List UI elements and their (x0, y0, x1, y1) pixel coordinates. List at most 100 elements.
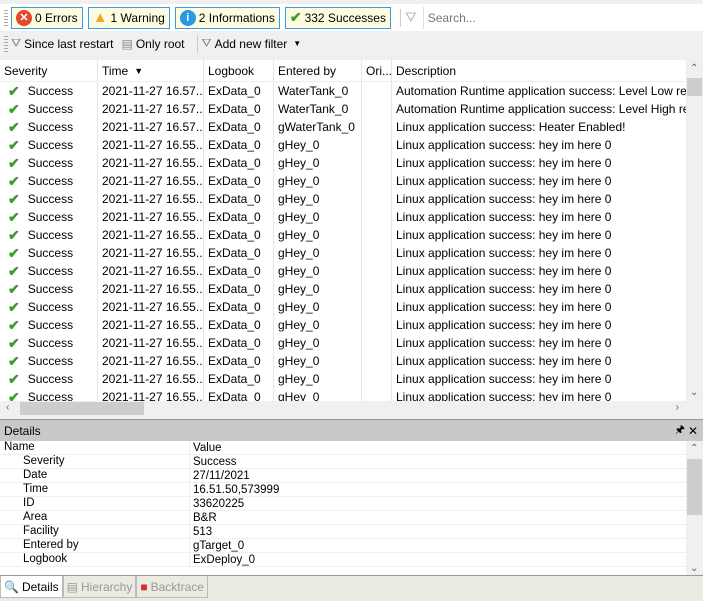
add-new-filter-button[interactable]: ⛛ Add new filter ▼ (202, 36, 302, 51)
table-row[interactable]: ✔ Success 2021-11-27 16.55.... ExData_0 g… (0, 352, 703, 370)
since-last-restart-button[interactable]: ⛛ Since last restart (11, 36, 113, 51)
cell-entered-by: gHey_0 (274, 190, 362, 208)
scroll-up-icon[interactable]: ⌃ (690, 443, 698, 454)
table-row[interactable]: ✔ Success 2021-11-27 16.55.... ExData_0 g… (0, 316, 703, 334)
search-input[interactable] (422, 6, 703, 29)
cell-entered-by: gHey_0 (274, 262, 362, 280)
cell-description: Linux application success: hey im here 0 (396, 246, 612, 260)
cell-severity: ✔ Success (0, 190, 98, 208)
property-name: Entered by (0, 539, 190, 552)
table-row[interactable]: ✔ Success 2021-11-27 16.55.... ExData_0 g… (0, 172, 703, 190)
table-row[interactable]: ✔ Success 2021-11-27 16.55.... ExData_0 g… (0, 154, 703, 172)
cell-entered-by: gWaterTank_0 (274, 118, 362, 136)
table-row[interactable]: ✔ Success 2021-11-27 16.55.... ExData_0 g… (0, 244, 703, 262)
cell-severity: ✔ Success (0, 388, 98, 401)
tab-details[interactable]: 🔍 Details (0, 576, 63, 598)
table-row[interactable]: ✔ Success 2021-11-27 16.57.... ExData_0 W… (0, 82, 703, 100)
horizontal-scrollbar[interactable]: ‹ › (0, 401, 703, 416)
details-panel-header: Details 🖈 ✕ (0, 419, 703, 441)
property-name: Time (0, 483, 190, 496)
cell-time: 2021-11-27 16.55.... (98, 208, 204, 226)
cell-description: Linux application success: hey im here 0 (396, 318, 612, 332)
filter-informations-button[interactable]: i2 Informations (174, 6, 280, 29)
only-root-button[interactable]: ▤ Only root (121, 37, 184, 51)
log-table: Severity Time ▼ Logbook Entered by Ori...… (0, 60, 703, 401)
pin-icon[interactable]: 🖈 (675, 421, 685, 440)
separator (196, 34, 198, 53)
filter-warnings-button[interactable]: ▲ 1 Warning (87, 6, 170, 29)
cell-severity: ✔ Success (0, 298, 98, 316)
scroll-down-icon[interactable]: ⌄ (690, 563, 698, 574)
filter-errors-button[interactable]: ✕ 0 Errors (11, 6, 83, 29)
table-row[interactable]: ✔ Success 2021-11-27 16.55.... ExData_0 g… (0, 370, 703, 388)
clear-filter-icon[interactable]: ⛛ (405, 9, 417, 26)
tab-backtrace[interactable]: ■ Backtrace (136, 576, 208, 598)
cell-logbook: ExData_0 (204, 298, 274, 316)
column-severity[interactable]: Severity (0, 60, 98, 81)
table-row[interactable]: ✔ Success 2021-11-27 16.55.... ExData_0 g… (0, 334, 703, 352)
column-entered-by[interactable]: Entered by (274, 60, 362, 81)
close-icon[interactable]: ✕ (688, 424, 698, 438)
table-row[interactable]: ✔ Success 2021-11-27 16.55.... ExData_0 g… (0, 280, 703, 298)
cell-origin (362, 208, 392, 226)
column-time[interactable]: Time ▼ (98, 60, 204, 81)
cell-description: Automation Runtime application success: … (396, 102, 686, 116)
scroll-left-icon[interactable]: ‹ (6, 402, 9, 413)
cell-time: 2021-11-27 16.55.... (98, 226, 204, 244)
table-row[interactable]: ✔ Success 2021-11-27 16.55.... ExData_0 g… (0, 208, 703, 226)
scroll-up-icon[interactable]: ⌃ (690, 63, 698, 74)
property-row[interactable]: Entered by gTarget_0 (0, 539, 703, 553)
cell-time: 2021-11-27 16.55.... (98, 370, 204, 388)
property-row[interactable]: Logbook ExDeploy_0 (0, 553, 703, 567)
scroll-thumb[interactable] (20, 402, 144, 415)
property-row[interactable]: Facility 513 (0, 525, 703, 539)
toolbar-grip[interactable] (4, 35, 8, 52)
cell-entered-by: gHey_0 (274, 136, 362, 154)
filter-toolbar: ⛛ Since last restart ▤ Only root ⛛ Add new … (0, 31, 703, 56)
table-row[interactable]: ✔ Success 2021-11-27 16.55.... ExData_0 g… (0, 298, 703, 316)
column-description[interactable]: Description (392, 60, 686, 81)
table-row[interactable]: ✔ Success 2021-11-27 16.55.... ExData_0 g… (0, 136, 703, 154)
scroll-down-icon[interactable]: ⌄ (690, 387, 698, 398)
cell-severity: ✔ Success (0, 226, 98, 244)
success-icon: ✔ (8, 118, 20, 135)
column-logbook[interactable]: Logbook (204, 60, 274, 81)
table-row[interactable]: ✔ Success 2021-11-27 16.57.... ExData_0 g… (0, 118, 703, 136)
funnel-add-icon: ⛛ (201, 36, 212, 50)
property-row[interactable]: Date 27/11/2021 (0, 469, 703, 483)
scroll-thumb[interactable] (687, 78, 702, 96)
property-row[interactable]: Area B&R (0, 511, 703, 525)
table-row[interactable]: ✔ Success 2021-11-27 16.55.... ExData_0 g… (0, 388, 703, 401)
table-row[interactable]: ✔ Success 2021-11-27 16.55.... ExData_0 g… (0, 190, 703, 208)
details-scrollbar[interactable]: ⌃ ⌄ (686, 441, 703, 575)
property-row[interactable]: Severity Success (0, 455, 703, 469)
cell-description: Linux application success: hey im here 0 (396, 228, 612, 242)
cell-logbook: ExData_0 (204, 334, 274, 352)
cell-severity: ✔ Success (0, 316, 98, 334)
scroll-thumb[interactable] (687, 459, 702, 515)
toolbar-grip[interactable] (4, 9, 8, 26)
table-row[interactable]: ✔ Success 2021-11-27 16.55.... ExData_0 g… (0, 226, 703, 244)
success-icon: ✔ (8, 244, 20, 261)
column-origin[interactable]: Ori... (362, 60, 392, 81)
table-row[interactable]: ✔ Success 2021-11-27 16.55.... ExData_0 g… (0, 262, 703, 280)
property-row[interactable]: Time 16.51.50,573999 (0, 483, 703, 497)
scroll-right-icon[interactable]: › (676, 402, 679, 413)
property-row[interactable]: ID 33620225 (0, 497, 703, 511)
cell-severity: ✔ Success (0, 154, 98, 172)
separator (399, 8, 401, 27)
table-row[interactable]: ✔ Success 2021-11-27 16.57.... ExData_0 W… (0, 100, 703, 118)
cell-origin (362, 118, 392, 136)
cell-origin (362, 244, 392, 262)
tab-hierarchy[interactable]: ▤ Hierarchy (62, 576, 137, 598)
cell-description: Linux application success: hey im here 0 (396, 300, 612, 314)
cell-origin (362, 352, 392, 370)
cell-severity: ✔ Success (0, 172, 98, 190)
vertical-scrollbar[interactable]: ⌃ ⌄ (686, 60, 703, 401)
cell-description: Linux application success: Heater Enable… (396, 120, 626, 134)
filter-successes-button[interactable]: ✔ 332 Successes (284, 6, 391, 29)
success-icon: ✔ (8, 352, 20, 369)
cell-logbook: ExData_0 (204, 172, 274, 190)
cell-origin (362, 154, 392, 172)
property-value: 33620225 (193, 497, 245, 510)
